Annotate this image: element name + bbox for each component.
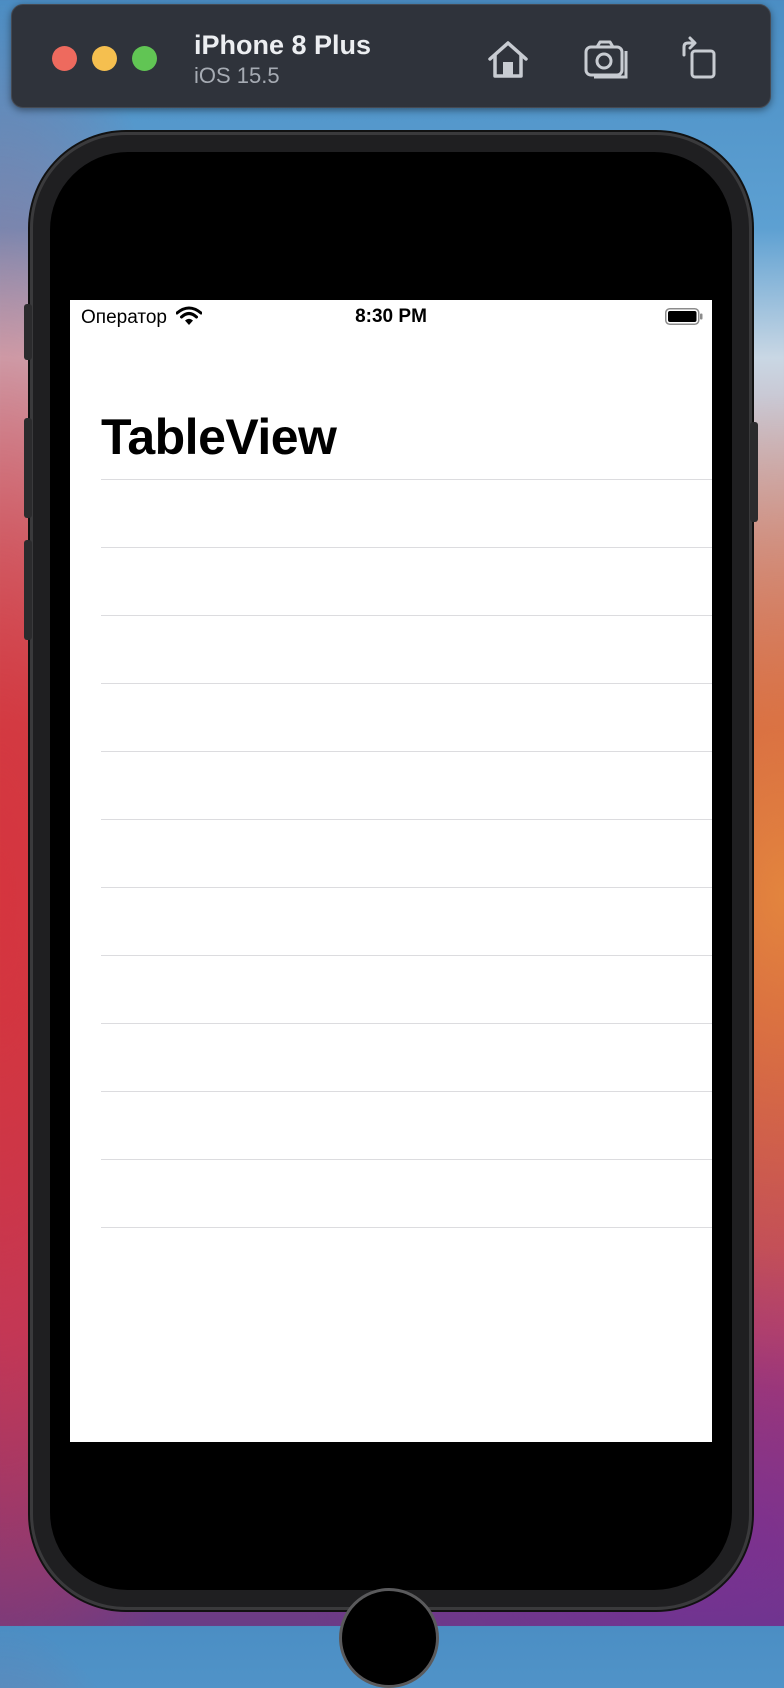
table-row[interactable]: [101, 547, 712, 615]
device-screen: Оператор 8:30 PM TableView: [70, 300, 712, 1442]
table-row[interactable]: [101, 1023, 712, 1091]
table-row[interactable]: [101, 955, 712, 1023]
home-button[interactable]: [484, 35, 532, 83]
simulator-title-bar: iPhone 8 Plus iOS 15.5: [11, 4, 771, 108]
device-name: iPhone 8 Plus: [194, 30, 372, 60]
device-home-button[interactable]: [339, 1588, 439, 1688]
table-row[interactable]: [101, 1159, 712, 1228]
table-row[interactable]: [101, 683, 712, 751]
status-time: 8:30 PM: [355, 306, 427, 327]
table-row[interactable]: [101, 819, 712, 887]
mute-switch: [24, 304, 32, 360]
power-button: [750, 422, 758, 522]
os-version: iOS 15.5: [194, 63, 280, 88]
close-window-button[interactable]: [52, 46, 77, 71]
minimize-window-button[interactable]: [92, 46, 117, 71]
table-row[interactable]: [101, 1091, 712, 1159]
table-row[interactable]: [101, 479, 712, 547]
table-row[interactable]: [101, 887, 712, 955]
table-row[interactable]: [101, 615, 712, 683]
table-view[interactable]: [101, 479, 712, 1228]
home-icon: [488, 41, 528, 78]
page-title: TableView: [101, 409, 337, 465]
rotate-icon: [682, 36, 716, 79]
battery-full-icon: [665, 308, 703, 325]
table-row[interactable]: [101, 751, 712, 819]
status-bar: Оператор 8:30 PM: [70, 300, 712, 332]
volume-down-button: [24, 540, 32, 640]
screenshot-button[interactable]: [582, 35, 630, 83]
rotate-button[interactable]: [676, 35, 724, 83]
screenshot-icon: [584, 40, 628, 79]
maximize-window-button[interactable]: [132, 46, 157, 71]
volume-up-button: [24, 418, 32, 518]
